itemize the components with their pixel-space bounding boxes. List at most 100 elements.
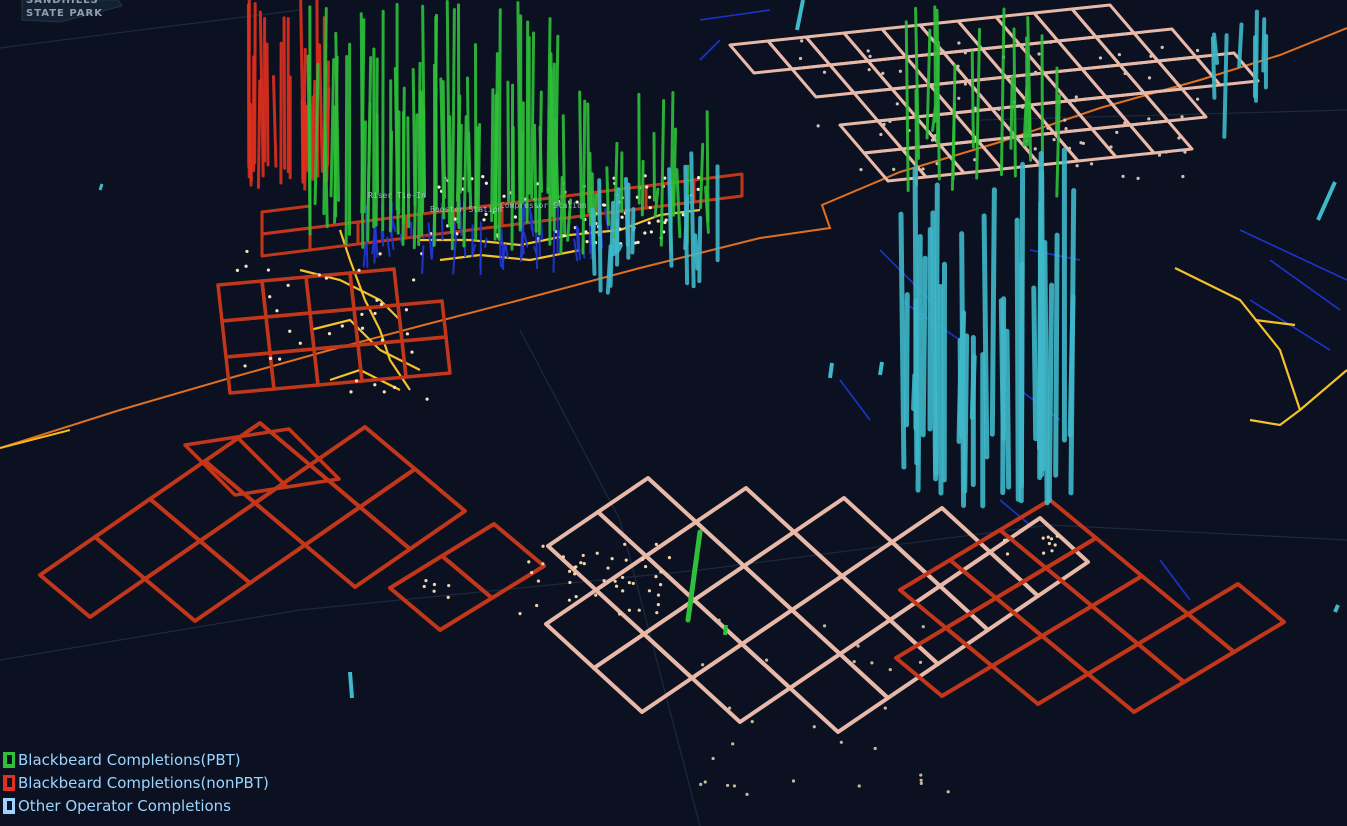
completion-bar: [933, 5, 937, 123]
completion-bar: [549, 52, 555, 218]
pad-dot: [839, 740, 843, 744]
legend-item-nonpbt[interactable]: Blackbeard Completions(nonPBT): [3, 771, 269, 794]
pad-dot: [921, 167, 925, 171]
pad-dot: [866, 49, 870, 53]
pad-dot: [404, 308, 409, 312]
lease-tract: [216, 279, 268, 323]
lease-tract: [1086, 642, 1186, 714]
pad-dot: [1195, 48, 1200, 53]
pad-dot: [1049, 537, 1054, 541]
pad-dot: [664, 218, 668, 222]
lease-tract: [988, 516, 1090, 598]
completion-bar: [630, 207, 636, 255]
lease-tract: [1132, 27, 1198, 63]
completion-bar: [689, 151, 696, 289]
lease-tract: [546, 510, 648, 592]
pad-dot: [816, 124, 820, 128]
pad-dot: [1180, 115, 1184, 119]
pad-dot: [1123, 121, 1127, 125]
lease-tract: [253, 463, 362, 547]
lease-tract: [148, 459, 257, 543]
completion-bar: [878, 361, 884, 376]
completion-bar: [362, 120, 367, 214]
pad-dot: [1034, 70, 1038, 75]
pad-dot: [1067, 146, 1072, 151]
pad-dot: [1136, 176, 1140, 180]
pad-dot: [1089, 162, 1094, 166]
completion-bar: [1333, 604, 1340, 613]
completion-bar: [697, 215, 703, 284]
completion-bar: [1237, 22, 1244, 68]
pad-dot: [373, 311, 377, 316]
pad-dot: [1050, 549, 1054, 553]
completion-bar: [525, 20, 530, 224]
legend-item-other[interactable]: Other Operator Completions: [3, 794, 269, 817]
pad-dot: [412, 278, 416, 282]
pad-dot: [298, 341, 302, 345]
legend-label: Blackbeard Completions(PBT): [18, 750, 241, 769]
lease-tract: [1070, 3, 1136, 39]
pad-dot: [530, 570, 534, 575]
facility-label: Compressor Station: [500, 201, 587, 210]
pad-dot: [921, 625, 925, 629]
completion-bar: [699, 142, 705, 210]
pad-dot: [883, 706, 887, 710]
pad-dot: [527, 560, 531, 564]
pad-dot: [868, 54, 872, 58]
pad-dot: [654, 542, 658, 546]
pad-dot: [1042, 551, 1046, 555]
pad-dot: [375, 298, 379, 302]
completion-bar: [920, 255, 928, 438]
pad-dot: [859, 167, 863, 172]
pad-dot: [614, 584, 619, 588]
legend-item-pbt[interactable]: Blackbeard Completions(PBT): [3, 748, 269, 771]
completion-bar: [359, 12, 365, 249]
pad-dot: [1052, 138, 1056, 142]
pad-dot: [574, 595, 578, 599]
completion-bar: [597, 178, 603, 293]
completion-bar: [925, 28, 932, 140]
pad-dot: [620, 575, 625, 580]
pad-dot: [798, 56, 803, 61]
pad-dot: [919, 778, 923, 782]
lease-tract: [220, 315, 272, 359]
pad-dot: [360, 326, 365, 330]
pad-dot: [1115, 130, 1119, 134]
completion-bar: [903, 292, 910, 428]
lease-tract: [1186, 582, 1286, 654]
pad-dot: [594, 593, 598, 597]
completion-bar: [256, 79, 262, 190]
completion-bar: [904, 20, 910, 193]
legend-label: Blackbeard Completions(nonPBT): [18, 773, 269, 792]
completion-bar: [640, 159, 645, 217]
lease-tract: [143, 539, 252, 623]
pad-dot: [573, 572, 577, 576]
pad-dot: [424, 578, 428, 583]
pad-dot: [1047, 541, 1051, 546]
lease-tract: [944, 596, 1044, 668]
pad-dot: [573, 565, 577, 570]
pad-dot: [867, 68, 871, 72]
completion-bar: [1012, 27, 1017, 178]
pad-dot: [888, 667, 892, 672]
lease-tract: [264, 311, 316, 355]
pad-dot: [288, 329, 292, 333]
pad-dot: [582, 561, 586, 566]
pad-dot: [1098, 56, 1103, 60]
pad-dot: [701, 663, 705, 667]
pad-dot: [410, 350, 414, 354]
pad-dot: [340, 324, 344, 328]
lease-tract: [790, 574, 892, 656]
pad-dot: [1041, 536, 1045, 540]
completion-bar: [659, 98, 666, 247]
completion-bar: [672, 127, 678, 217]
pad-dot: [266, 268, 271, 272]
completion-bar: [588, 151, 593, 227]
completion-bar: [611, 238, 618, 256]
pad-dot: [659, 570, 663, 574]
pad-dot: [852, 660, 856, 664]
map-canvas[interactable]: [0, 0, 1347, 826]
pad-dot: [667, 556, 672, 560]
pad-dot: [873, 746, 877, 751]
pad-dot: [422, 584, 426, 589]
